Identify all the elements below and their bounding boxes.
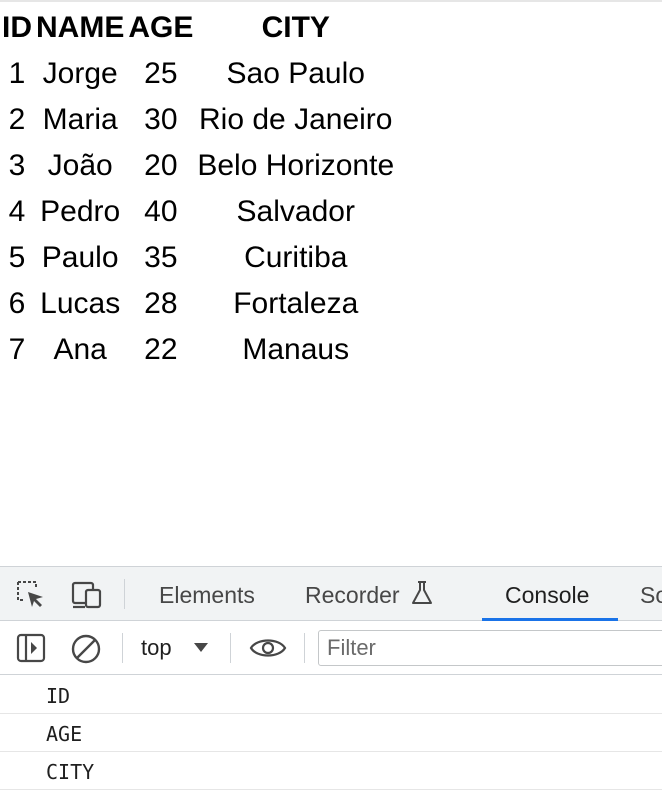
console-toolbar: top: [0, 621, 662, 675]
column-header-city: CITY: [261, 11, 330, 44]
cell-id: 1: [8, 57, 26, 90]
toolbar-separator-1: [122, 633, 123, 663]
table-row: 2 Maria 30 Rio de Janeiro: [0, 97, 396, 143]
cell-city: Curitiba: [244, 241, 348, 274]
toolbar-separator-2: [230, 633, 231, 663]
console-message: CITY: [0, 752, 662, 790]
table-header-row: ID NAME AGE CITY: [0, 5, 396, 51]
cell-city: Salvador: [236, 195, 355, 228]
column-header-age: AGE: [128, 11, 194, 44]
cell-city: Belo Horizonte: [197, 149, 395, 182]
cell-id: 6: [8, 287, 26, 320]
cell-id: 2: [8, 103, 26, 136]
console-message: ID: [0, 676, 662, 714]
device-toolbar-icon[interactable]: [71, 580, 103, 610]
table-row: 3 João 20 Belo Horizonte: [0, 143, 396, 189]
tab-recorder-label: Recorder: [305, 582, 400, 608]
cell-city: Sao Paulo: [226, 57, 365, 90]
cell-age: 20: [144, 149, 178, 182]
cell-name: Pedro: [40, 195, 121, 228]
top-border: [0, 0, 662, 2]
cell-id: 4: [8, 195, 26, 228]
cell-name: Lucas: [40, 287, 121, 320]
console-output: ID AGE CITY: [0, 676, 662, 790]
cell-age: 22: [144, 333, 178, 366]
column-header-id: ID: [2, 11, 32, 44]
table-body: 1 Jorge 25 Sao Paulo 2 Maria 30 Rio de Janeiro 3…: [0, 51, 396, 373]
people-table: ID NAME AGE CITY 1 Jorge 25 Sao Paulo 2 Maria…: [0, 5, 396, 373]
cell-name: Paulo: [41, 241, 119, 274]
cell-name: Ana: [53, 333, 107, 366]
filter-input[interactable]: [318, 630, 662, 666]
cell-age: 35: [144, 241, 178, 274]
tab-console[interactable]: Console: [505, 567, 589, 621]
context-selector-value: top: [141, 635, 172, 660]
cell-age: 25: [144, 57, 178, 90]
tab-sources[interactable]: So: [640, 567, 662, 621]
cell-age: 30: [144, 103, 178, 136]
cell-age: 40: [144, 195, 178, 228]
column-header-name: NAME: [36, 11, 125, 44]
cell-age: 28: [144, 287, 178, 320]
table-row: 1 Jorge 25 Sao Paulo: [0, 51, 396, 97]
cell-id: 3: [8, 149, 26, 182]
flask-icon: [412, 581, 432, 604]
devtools-panel: Elements Recorder Console So top Filter …: [0, 566, 662, 804]
cell-city: Manaus: [242, 333, 350, 366]
context-selector[interactable]: top: [141, 621, 172, 675]
clear-console-icon[interactable]: [70, 633, 102, 665]
sidebar-toggle-icon[interactable]: [16, 633, 46, 663]
dropdown-arrow-icon[interactable]: [194, 643, 208, 652]
tab-recorder[interactable]: Recorder: [305, 567, 434, 621]
cell-id: 7: [8, 333, 26, 366]
console-message: AGE: [0, 714, 662, 752]
cell-name: Jorge: [42, 57, 118, 90]
cell-city: Fortaleza: [233, 287, 359, 320]
table-row: 7 Ana 22 Manaus: [0, 327, 396, 373]
cell-name: Maria: [42, 103, 118, 136]
eye-icon[interactable]: [249, 635, 287, 661]
page: ID NAME AGE CITY 1 Jorge 25 Sao Paulo 2 Maria…: [0, 0, 662, 804]
devtools-tabbar: Elements Recorder Console So: [0, 566, 662, 621]
table-row: 5 Paulo 35 Curitiba: [0, 235, 396, 281]
cell-name: João: [47, 149, 113, 182]
inspect-element-icon[interactable]: [16, 580, 46, 610]
table-row: 4 Pedro 40 Salvador: [0, 189, 396, 235]
table-row: 6 Lucas 28 Fortaleza: [0, 281, 396, 327]
cell-id: 5: [8, 241, 26, 274]
toolbar-separator-3: [304, 633, 305, 663]
tabbar-separator: [124, 579, 125, 609]
cell-city: Rio de Janeiro: [199, 103, 393, 136]
tab-elements[interactable]: Elements: [159, 567, 255, 621]
